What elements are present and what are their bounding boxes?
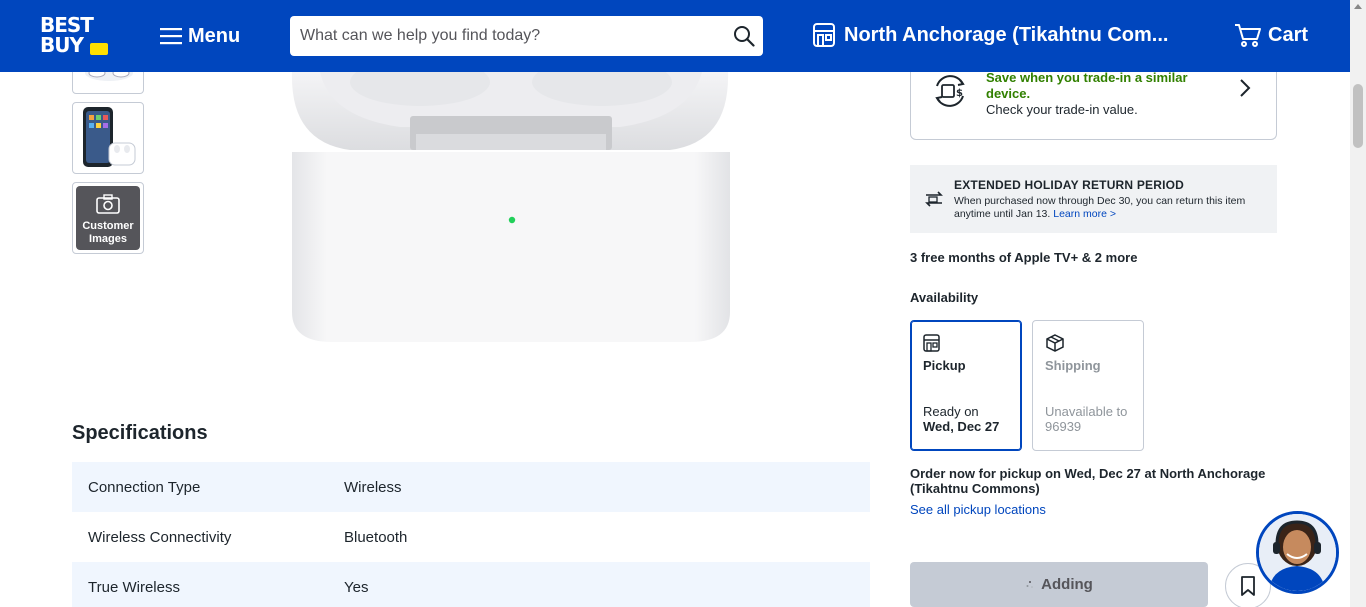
cart-label: Cart xyxy=(1268,23,1309,46)
menu-button[interactable]: Menu xyxy=(160,22,240,50)
spec-key: Connection Type xyxy=(88,478,201,496)
loading-spinner-icon xyxy=(1026,580,1033,588)
availability-title: Availability xyxy=(910,290,979,305)
holiday-return-title: EXTENDED HOLIDAY RETURN PERIOD xyxy=(954,178,1185,192)
customer-images-label: Customer Images xyxy=(76,220,140,246)
see-all-pickup-locations-link[interactable]: See all pickup locations xyxy=(910,502,1046,517)
chat-agent-avatar[interactable] xyxy=(1256,511,1339,594)
store-selector[interactable]: North Anchorage (Tikahtnu Com... xyxy=(812,22,1168,48)
pickup-ready-text: Ready on xyxy=(923,404,979,419)
spec-value: Bluetooth xyxy=(344,528,408,546)
holiday-return-banner: EXTENDED HOLIDAY RETURN PERIOD When purc… xyxy=(910,165,1277,233)
bookmark-icon xyxy=(1241,576,1255,596)
spec-key: Wireless Connectivity xyxy=(88,528,232,546)
trade-in-headline: Save when you trade-in a similar device. xyxy=(986,70,1196,102)
hamburger-icon xyxy=(160,28,182,45)
trade-in-subtext: Check your trade-in value. xyxy=(986,102,1138,117)
menu-label: Menu xyxy=(188,24,241,47)
store-label: North Anchorage (Tikahtnu Com... xyxy=(844,23,1169,46)
top-header: BEST BUY Menu What can we help you find … xyxy=(0,0,1350,72)
page: BEST BUY Menu What can we help you find … xyxy=(0,0,1366,607)
add-to-cart-label: Adding xyxy=(1041,576,1093,593)
search-bar xyxy=(290,16,763,56)
learn-more-link[interactable]: Learn more > xyxy=(1053,208,1116,220)
customer-images-label-line1: Customer xyxy=(82,220,134,232)
spec-row: Connection Type Wireless xyxy=(72,462,870,512)
shipping-option[interactable]: Shipping Unavailable to 96939 xyxy=(1032,320,1144,451)
holiday-return-body: When purchased now through Dec 30, you c… xyxy=(954,195,1264,221)
store-pickup-icon xyxy=(923,334,940,352)
spec-row: Wireless Connectivity Bluetooth xyxy=(72,512,870,562)
scroll-up-arrow-icon[interactable] xyxy=(1354,4,1362,9)
svg-text:$: $ xyxy=(956,88,963,99)
store-icon xyxy=(813,23,835,47)
pickup-label: Pickup xyxy=(923,358,966,373)
specifications-title: Specifications xyxy=(72,422,208,444)
customer-images-label-line2: Images xyxy=(89,233,127,245)
search-input[interactable] xyxy=(290,16,720,56)
trade-in-headline-line2: device. xyxy=(986,86,1031,101)
logo-tag-icon xyxy=(90,43,108,55)
cart-button[interactable]: Cart xyxy=(1234,22,1308,48)
page-scrollbar[interactable] xyxy=(1350,0,1366,607)
search-icon[interactable] xyxy=(733,25,755,47)
package-icon xyxy=(1046,334,1064,352)
trade-in-icon: $ xyxy=(935,75,965,107)
spec-value: Wireless xyxy=(344,478,402,496)
thumbnail-2[interactable] xyxy=(72,102,144,174)
logo-text-buy: BUY xyxy=(40,33,84,57)
add-to-cart-button[interactable]: Adding xyxy=(910,562,1208,607)
shipping-label: Shipping xyxy=(1045,358,1101,373)
spec-key: True Wireless xyxy=(88,578,180,596)
trade-in-headline-line1: Save when you trade-in a similar xyxy=(986,70,1188,85)
return-arrows-icon xyxy=(925,191,943,207)
cart-icon xyxy=(1235,24,1261,47)
trade-in-card[interactable]: $ Save when you trade-in a similar devic… xyxy=(910,60,1277,140)
support-agent-icon xyxy=(1259,514,1336,591)
camera-icon xyxy=(96,194,120,214)
bestbuy-logo[interactable]: BEST BUY xyxy=(38,14,110,58)
customer-images-thumbnail[interactable]: Customer Images xyxy=(72,182,144,254)
pickup-option[interactable]: Pickup Ready on Wed, Dec 27 xyxy=(910,320,1022,451)
chevron-right-icon xyxy=(1240,79,1251,97)
pickup-date: Wed, Dec 27 xyxy=(923,419,1000,434)
product-image xyxy=(291,72,730,342)
iphone-airpods-thumbnail-icon xyxy=(83,107,136,167)
pickup-order-note: Order now for pickup on Wed, Dec 27 at N… xyxy=(910,466,1266,496)
scrollbar-thumb[interactable] xyxy=(1353,84,1363,148)
customer-images-tile: Customer Images xyxy=(76,186,140,250)
spec-row: True Wireless Yes xyxy=(72,562,870,607)
spec-value: Yes xyxy=(344,578,369,596)
apple-tv-promo[interactable]: 3 free months of Apple TV+ & 2 more xyxy=(910,250,1137,265)
logo-text-best: BEST xyxy=(40,13,94,37)
shipping-status: Unavailable to xyxy=(1045,404,1128,419)
shipping-zip: 96939 xyxy=(1045,419,1082,434)
